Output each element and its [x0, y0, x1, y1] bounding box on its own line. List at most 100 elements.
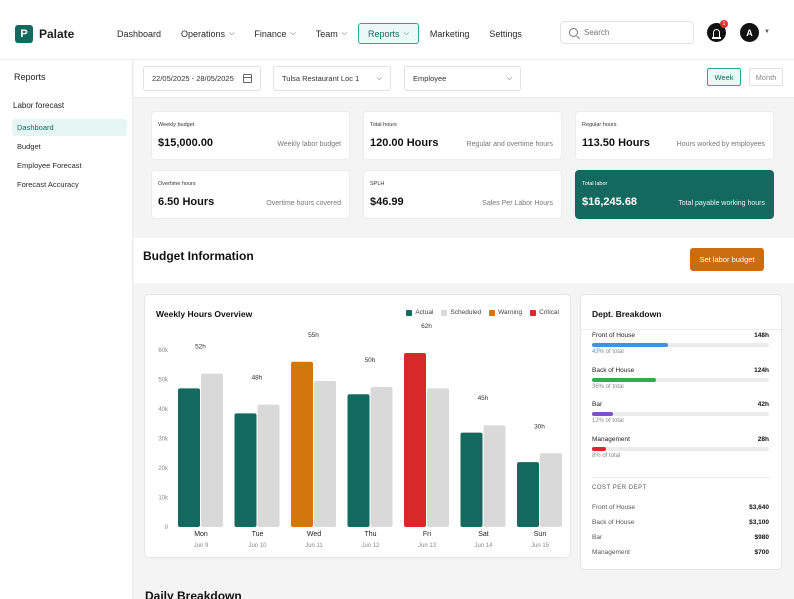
bar-scheduled-tue[interactable] [257, 404, 280, 527]
x-tick-label: Tue [252, 531, 264, 538]
dept-name: Back of House [592, 367, 635, 374]
nav-label: Dashboard [117, 28, 162, 39]
sidebar-item-forecast-accuracy[interactable]: Forecast Accuracy [12, 176, 127, 193]
nav-finance[interactable]: Finance ⌵ [245, 23, 304, 44]
dept-progress-fill [592, 412, 614, 416]
bar-actual-sat[interactable] [460, 432, 483, 527]
bar-scheduled-fri[interactable] [427, 388, 449, 527]
stat-label: SPLH [370, 181, 385, 187]
nav-operations[interactable]: Operations ⌵ [172, 23, 243, 44]
bar-value-label: 62h [421, 323, 432, 330]
cost-value: $980 [754, 534, 769, 541]
bar-actual-fri[interactable] [404, 352, 426, 527]
chevron-down-icon: ⌵ [506, 75, 512, 82]
divider [581, 329, 781, 330]
bar-value-label: 52h [195, 344, 206, 351]
stat-label: Weekly budget [158, 122, 195, 128]
sidebar-item-budget[interactable]: Budget [12, 138, 127, 155]
bar-actual-tue[interactable] [234, 413, 257, 527]
sidebar-section-label: Labor forecast [13, 101, 65, 110]
bell-icon [712, 28, 721, 39]
notifications-button[interactable]: 1 [707, 20, 728, 42]
location-value: Tulsa Restaurant Loc 1 [282, 74, 360, 83]
bar-actual-wed[interactable] [291, 361, 313, 527]
stat-label: Total labor [582, 181, 608, 187]
search-box[interactable] [560, 21, 694, 44]
y-tick-label: 60k [158, 348, 169, 354]
x-date-label: Jun 11 [305, 543, 323, 549]
chevron-down-icon: ⌵ [376, 75, 382, 82]
x-date-label: Jun 14 [474, 543, 493, 549]
x-date-label: Jun 10 [248, 543, 267, 549]
stat-value: $15,000.00 [158, 137, 214, 149]
bar-actual-thu[interactable] [347, 394, 370, 527]
x-tick-label: Wed [307, 531, 321, 538]
x-date-label: Jun 12 [361, 543, 380, 549]
nav-dashboard[interactable]: Dashboard [108, 23, 170, 44]
nav-settings[interactable]: Settings [480, 23, 531, 44]
stat-label: Overtime hours [158, 181, 196, 187]
stat-value: 120.00 Hours [370, 137, 439, 149]
bar-value-label: 45h [478, 395, 489, 402]
bar-value-label: 48h [252, 375, 263, 382]
x-tick-label: Thu [364, 531, 376, 538]
sidebar-item-employee-forecast[interactable]: Employee Forecast [12, 157, 127, 174]
dept-percent: 36% of total [592, 384, 624, 390]
dept-percent: 12% of total [592, 418, 624, 424]
nav-reports[interactable]: Reports ⌵ [358, 23, 419, 44]
top-navigation-bar: P Palate Dashboard Operations ⌵ Finance ⌵ … [0, 0, 794, 60]
stat-card-total-hours: Total hours 120.00 Hours Regular and ove… [363, 111, 562, 160]
filter-bar: 22/05/2025 - 28/05/2025 Tulsa Restaurant… [134, 60, 794, 98]
nav-label: Operations [181, 28, 226, 39]
bar-actual-mon[interactable] [178, 388, 200, 527]
daily-breakdown-title: Daily Breakdown [145, 589, 242, 599]
weekly-hours-chart-card: Weekly Hours Overview Actual Scheduled W… [144, 294, 571, 558]
nav-team[interactable]: Team ⌵ [307, 23, 356, 44]
weekly-hours-bar-chart: 0 10k 20k 30k 40k 50k 60k 52h Mon Jun 9 48h Tue Jun … [158, 323, 562, 549]
sidebar-item-dashboard[interactable]: Dashboard [12, 119, 127, 136]
chevron-down-icon[interactable]: ▼ [764, 29, 770, 35]
app-logo[interactable]: P Palate [15, 25, 74, 43]
dept-breakdown-card: Dept. Breakdown Front of House 148h 43% … [580, 294, 782, 570]
x-date-label: Jun 15 [531, 543, 550, 549]
sidebar-title: Reports [14, 72, 46, 82]
stat-value: 6.50 Hours [158, 196, 215, 208]
x-tick-label: Mon [194, 531, 208, 538]
nav-marketing[interactable]: Marketing [421, 23, 479, 44]
date-range-value: 22/05/2025 - 28/05/2025 [152, 74, 234, 83]
user-avatar[interactable]: A [740, 23, 759, 42]
cost-per-dept-title: COST PER DEPT [592, 485, 647, 491]
y-tick-label: 50k [158, 378, 169, 384]
stat-card-regular-hours: Regular hours 113.50 Hours Hours worked … [575, 111, 774, 160]
date-range-picker[interactable]: 22/05/2025 - 28/05/2025 [143, 66, 261, 91]
dept-hours: 42h [757, 401, 769, 408]
view-toggle-month[interactable]: Month [749, 68, 783, 86]
bar-scheduled-wed[interactable] [314, 380, 336, 527]
bar-value-label: 50h [365, 357, 376, 364]
dept-progress-fill [592, 343, 669, 347]
y-tick-label: 30k [158, 437, 169, 443]
stat-label: Regular hours [582, 122, 617, 128]
nav-label: Settings [489, 28, 522, 39]
bar-scheduled-sat[interactable] [483, 425, 506, 527]
dept-breakdown-title: Dept. Breakdown [592, 309, 662, 319]
cost-value: $700 [754, 549, 769, 556]
view-toggle-week[interactable]: Week [707, 68, 741, 86]
cost-dept-name: Bar [592, 534, 603, 541]
search-input[interactable] [584, 28, 684, 37]
stat-label: Total hours [370, 122, 397, 128]
dept-progress-track [592, 343, 769, 347]
stat-card-overtime-hours: Overtime hours 6.50 Hours Overtime hours… [151, 170, 350, 219]
bar-scheduled-sun[interactable] [540, 453, 562, 527]
dept-progress-track [592, 447, 769, 451]
bar-actual-sun[interactable] [517, 462, 539, 527]
set-labor-budget-button[interactable]: Set labor budget [690, 248, 764, 271]
bar-scheduled-thu[interactable] [370, 386, 393, 527]
group-by-select[interactable]: Employee ⌵ [404, 66, 521, 91]
x-date-label: Jun 9 [194, 543, 209, 549]
stat-value: 113.50 Hours [582, 137, 650, 149]
bar-scheduled-mon[interactable] [201, 373, 223, 527]
location-select[interactable]: Tulsa Restaurant Loc 1 ⌵ [273, 66, 391, 91]
chevron-down-icon: ⌵ [341, 30, 348, 37]
search-icon [569, 28, 578, 37]
